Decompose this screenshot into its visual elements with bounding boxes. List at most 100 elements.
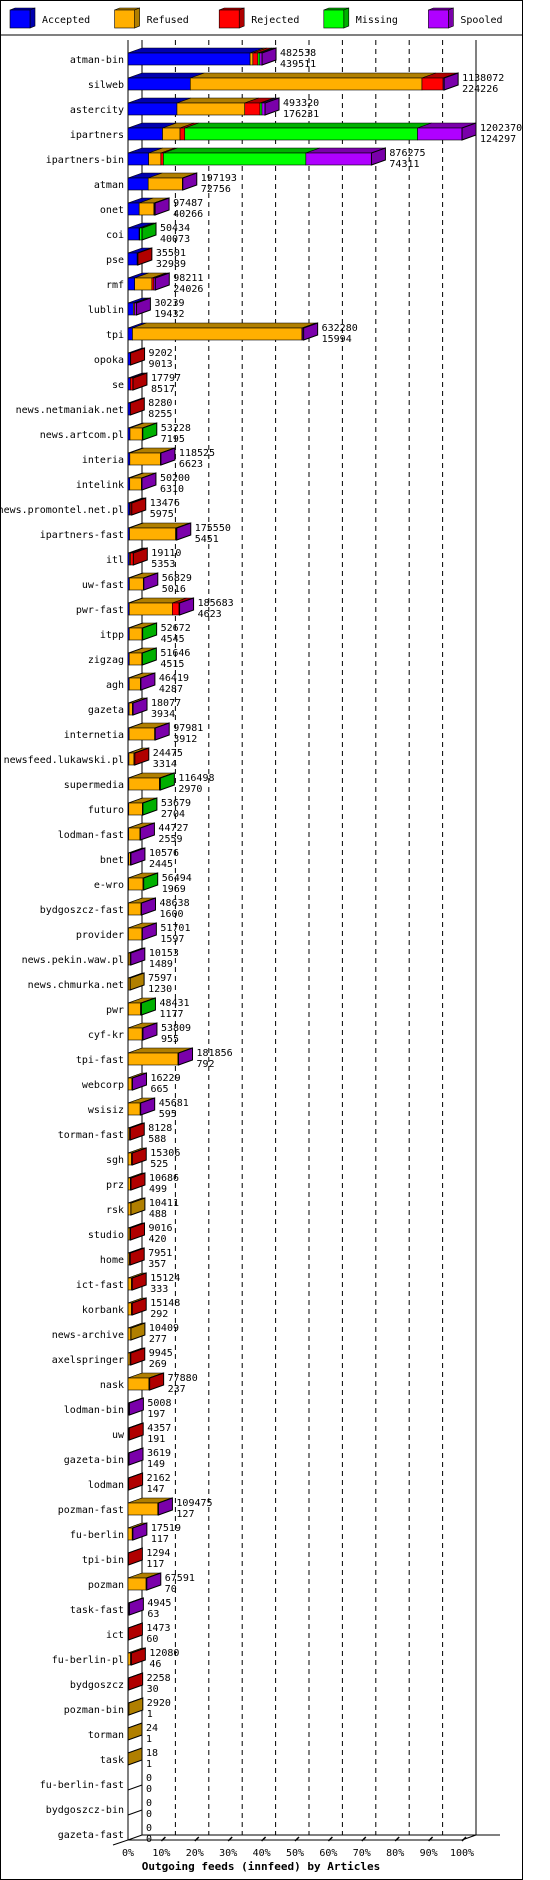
value-total: 98211 xyxy=(173,273,203,284)
legend-swatch-spooled xyxy=(428,9,449,29)
value-accepted: 792 xyxy=(197,1059,215,1070)
value-accepted: 333 xyxy=(150,1284,168,1295)
bar-segment-refused xyxy=(129,427,143,441)
bar-segment-refused xyxy=(128,927,143,941)
value-total: 493320 xyxy=(283,98,319,109)
bar-segment-refused xyxy=(127,1102,141,1116)
row-label: internetia xyxy=(64,730,124,741)
value-accepted: 1177 xyxy=(159,1009,183,1020)
row-label: news.pekin.waw.pl xyxy=(22,955,124,966)
value-accepted: 1969 xyxy=(162,884,186,895)
value-total: 9945 xyxy=(149,1348,173,1359)
row-label: bydgoszcz xyxy=(70,1680,124,1691)
bar-segment-refused xyxy=(147,177,183,191)
row-label: pozman-bin xyxy=(64,1705,124,1716)
bar-segment-refused xyxy=(127,1302,132,1316)
bar-segment-refused xyxy=(128,877,144,891)
value-accepted: 8255 xyxy=(148,409,172,420)
value-accepted: 224226 xyxy=(462,84,498,95)
value-total: 50434 xyxy=(160,223,190,234)
value-total: 53228 xyxy=(161,423,191,434)
row-label: prz xyxy=(106,1180,124,1191)
bar-segment-refused xyxy=(134,277,153,291)
bar-segment-refused xyxy=(128,777,160,791)
row-label: intelink xyxy=(76,480,124,491)
value-accepted: 4545 xyxy=(161,634,185,645)
legend-swatch-side xyxy=(29,7,36,29)
value-accepted: 124297 xyxy=(480,134,516,145)
row-label: fu-berlin-pl xyxy=(52,1655,124,1666)
bar-segment-refused xyxy=(127,1527,133,1541)
bar-segment-accepted xyxy=(127,177,149,191)
value-total: 5008 xyxy=(147,1398,171,1409)
value-accepted: 8517 xyxy=(151,384,175,395)
row-label: itl xyxy=(106,555,124,566)
bar-segment-refused xyxy=(148,152,162,166)
legend-swatch-missing xyxy=(323,9,345,29)
bar-segment-refused xyxy=(127,1377,150,1391)
value-total: 46419 xyxy=(159,673,189,684)
bar-segment-spooled xyxy=(305,152,372,166)
value-total: 53679 xyxy=(161,798,191,809)
row-label: torman-fast xyxy=(58,1130,124,1141)
row-label: newsfeed.lukawski.pl xyxy=(4,755,124,766)
bar-end-rejected xyxy=(130,1647,146,1666)
bar-end-rejected xyxy=(131,497,147,516)
value-total: 2920 xyxy=(147,1698,171,1709)
row-label: tpi-bin xyxy=(82,1555,124,1566)
legend-label-rejected: Rejected xyxy=(251,15,299,26)
bar-segment-refused xyxy=(129,527,176,541)
bar-end-spooled xyxy=(130,947,146,966)
value-total: 44727 xyxy=(158,823,188,834)
value-total: 56829 xyxy=(162,573,192,584)
value-total: 482538 xyxy=(280,48,316,59)
bar-segment-refused xyxy=(127,1277,132,1291)
legend-label-refused: Refused xyxy=(147,15,189,26)
value-accepted: 955 xyxy=(161,1034,179,1045)
value-accepted: 5451 xyxy=(195,534,219,545)
x-tick-label: 10% xyxy=(152,1848,170,1859)
row-label: pozman-fast xyxy=(58,1505,124,1516)
row-label: interia xyxy=(82,455,124,466)
value-total: 1473 xyxy=(146,1623,170,1634)
row-label: lodman-fast xyxy=(58,830,124,841)
row-label: news-archive xyxy=(52,1330,124,1341)
bar-end-spooled xyxy=(128,1447,144,1466)
value-total: 17519 xyxy=(151,1523,181,1534)
value-accepted: 40073 xyxy=(160,234,190,245)
bar-top-accepted xyxy=(127,47,265,54)
value-total: 45681 xyxy=(159,1098,189,1109)
legend-label-accepted: Accepted xyxy=(42,15,90,26)
value-total: 7597 xyxy=(148,973,172,984)
value-total: 15148 xyxy=(150,1298,180,1309)
value-total: 16229 xyxy=(151,1073,181,1084)
row-label: onet xyxy=(100,205,124,216)
bar-segment-refused xyxy=(189,77,423,91)
row-label: pse xyxy=(106,255,124,266)
row-label: atman-bin xyxy=(70,55,124,66)
value-total: 77880 xyxy=(168,1373,198,1384)
value-total: 15306 xyxy=(150,1148,180,1159)
row-label: rsk xyxy=(106,1205,124,1216)
value-total: 51701 xyxy=(160,923,190,934)
value-accepted: 237 xyxy=(168,1384,186,1395)
value-total: 0 xyxy=(146,1798,152,1809)
row-label: home xyxy=(100,1255,124,1266)
row-label: bydgoszcz-fast xyxy=(40,905,124,916)
row-label: fu-berlin xyxy=(70,1530,124,1541)
row-label: astercity xyxy=(70,105,124,116)
x-tick-label: 60% xyxy=(319,1848,337,1859)
bar-segment-refused xyxy=(249,52,254,66)
bar-segment-refused xyxy=(128,727,155,741)
value-accepted: 1 xyxy=(146,1759,152,1770)
value-accepted: 4623 xyxy=(198,609,222,620)
value-accepted: 3912 xyxy=(173,734,197,745)
row-label: studio xyxy=(88,1230,124,1241)
row-label: cyf-kr xyxy=(88,1030,124,1041)
bar-end-spooled xyxy=(130,847,146,866)
row-label: tpi-fast xyxy=(76,1055,124,1066)
value-total: 9202 xyxy=(149,348,173,359)
bar-segment-refused xyxy=(129,452,161,466)
value-total: 19110 xyxy=(151,548,181,559)
feeds-chart: Accepted Refused Rejected Missing Spooled 0% 1… xyxy=(0,7,523,1873)
